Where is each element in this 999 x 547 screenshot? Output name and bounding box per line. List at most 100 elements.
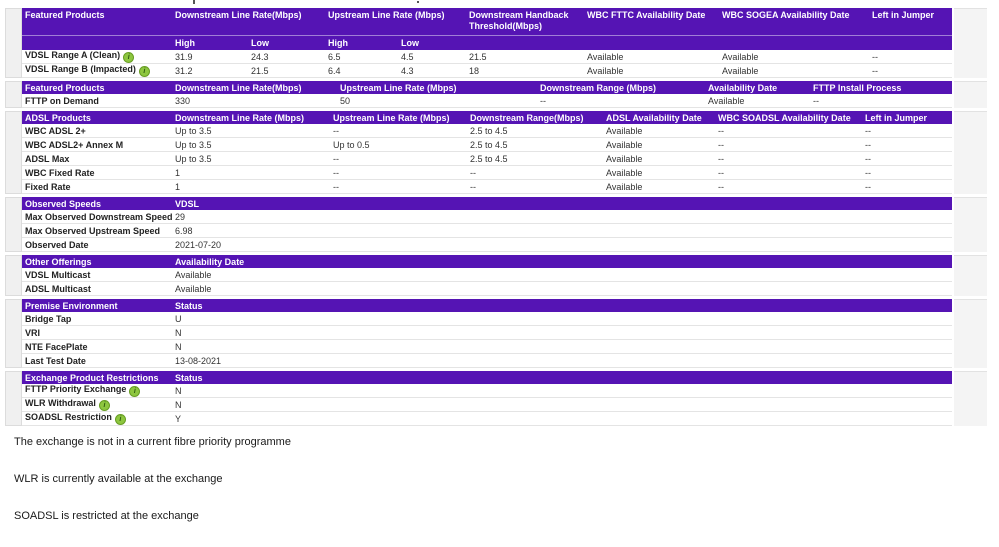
cell: Up to 3.5: [172, 126, 330, 136]
cell-text: Fixed Rate: [25, 182, 71, 192]
left-gutter: [5, 197, 22, 252]
cell: 18: [466, 66, 584, 76]
cell: 2.5 to 4.5: [467, 154, 603, 164]
cell-text: --: [470, 182, 476, 192]
cell-text: 50: [340, 96, 350, 106]
table-row: VDSL Range A (Clean)i31.924.36.54.521.5A…: [22, 50, 952, 64]
cell-text: 4.3: [401, 66, 414, 76]
section-featured-vdsl: Featured ProductsDownstream Line Rate(Mb…: [5, 8, 987, 78]
cell: 6.4: [325, 66, 398, 76]
left-gutter: [5, 299, 22, 368]
section-header: Featured ProductsDownstream Line Rate(Mb…: [22, 81, 952, 94]
note-fibre-priority: The exchange is not in a current fibre p…: [14, 436, 974, 449]
cell: --: [869, 66, 952, 76]
table-row: Fixed Rate1----Available----: [22, 180, 952, 194]
right-strip: [954, 111, 987, 194]
cell-text: --: [872, 52, 878, 62]
cell: --: [330, 168, 467, 178]
section-table-adsl-products: ADSL ProductsDownstream Line Rate (Mbps)…: [22, 111, 952, 194]
cell-text: Bridge Tap: [25, 314, 71, 324]
cell: Up to 0.5: [330, 140, 467, 150]
info-icon[interactable]: i: [129, 386, 140, 397]
cell: Available: [584, 66, 719, 76]
cell-text: --: [813, 96, 819, 106]
header-cell: Downstream Range (Mbps): [537, 81, 705, 94]
header-cell: Downstream Line Rate(Mbps): [172, 8, 325, 21]
table-row: WBC ADSL 2+Up to 3.5--2.5 to 4.5Availabl…: [22, 124, 952, 138]
cell-text: --: [865, 154, 871, 164]
row-label: VDSL Range B (Impacted)i: [22, 64, 172, 77]
cell: N: [172, 342, 952, 352]
header-cell: Observed Speeds: [22, 197, 172, 210]
cell-text: --: [718, 126, 724, 136]
table-row: ADSL MaxUp to 3.5 -- 2.5 to 4.5Available --…: [22, 152, 952, 166]
cell: Available: [719, 66, 869, 76]
section-table-other-offerings: Other OfferingsAvailability DateVDSL Mul…: [22, 255, 952, 296]
cell-text: --: [540, 96, 546, 106]
cell-text: Up to 3.5: [175, 126, 212, 136]
cell: --: [862, 168, 952, 178]
cell-text: 31.2: [175, 66, 193, 76]
cell: Available: [603, 140, 715, 150]
row-label: FTTP on Demand: [22, 96, 172, 106]
cell: Available: [172, 284, 952, 294]
cell: 2.5 to 4.5: [467, 140, 603, 150]
footer-notes: The exchange is not in a current fibre p…: [14, 436, 974, 547]
right-strip: [954, 371, 987, 426]
cell-text: 21.5: [469, 52, 487, 62]
cell-text: 2.5 to 4.5: [470, 126, 508, 136]
row-label: Observed Date: [22, 240, 172, 250]
cell: Available: [705, 96, 810, 106]
cell: N: [172, 328, 952, 338]
cell-text: 6.5: [328, 52, 341, 62]
cell: --: [862, 140, 952, 150]
info-icon[interactable]: i: [139, 66, 150, 77]
section-featured-fttp: Featured ProductsDownstream Line Rate(Mb…: [5, 81, 987, 108]
cell-text: 6.4: [328, 66, 341, 76]
section-table-featured-fttp: Featured ProductsDownstream Line Rate(Mb…: [22, 81, 952, 108]
row-label: NTE FacePlate: [22, 342, 172, 352]
section-table-featured-vdsl: Featured ProductsDownstream Line Rate(Mb…: [22, 8, 952, 78]
cell-text: Up to 3.5: [175, 154, 212, 164]
cell-text: 21.5: [251, 66, 269, 76]
cell-text: Available: [606, 154, 642, 164]
table-row: VDSL Range B (Impacted)i31.2 21.5 6.4 4.3 18…: [22, 64, 952, 78]
row-label: VRI: [22, 328, 172, 338]
subheader-cell: Low: [248, 38, 325, 48]
header-cell: WBC SOGEA Availability Date: [719, 8, 869, 21]
table-row: SOADSL RestrictioniY: [22, 412, 952, 426]
cell: --: [330, 154, 467, 164]
cell-text: 13-08-2021: [175, 356, 221, 366]
section-premise-environment: Premise EnvironmentStatusBridge TapUVRIN…: [5, 299, 987, 368]
cell-text: 24.3: [251, 52, 269, 62]
row-label: Fixed Rate: [22, 182, 172, 192]
info-icon[interactable]: i: [123, 52, 134, 63]
cell-text: 18: [469, 66, 479, 76]
cell-text: --: [718, 182, 724, 192]
cell: 21.5: [466, 52, 584, 62]
header-cell: Left in Jumper: [862, 111, 952, 124]
left-gutter: [5, 255, 22, 296]
cell-text: --: [333, 126, 339, 136]
section-header: Other OfferingsAvailability Date: [22, 255, 952, 268]
header-cell: Status: [172, 299, 952, 312]
info-icon[interactable]: i: [99, 400, 110, 411]
cell: 13-08-2021: [172, 356, 952, 366]
row-label: ADSL Max: [22, 154, 172, 164]
cell: --: [810, 96, 952, 106]
cell-text: SOADSL Restriction: [25, 412, 112, 422]
cell: Available: [603, 182, 715, 192]
section-header: Observed SpeedsVDSL: [22, 197, 952, 210]
cell: Available: [603, 168, 715, 178]
right-strip: [954, 81, 987, 108]
header-cell: Upstream Line Rate (Mbps): [337, 81, 537, 94]
info-icon[interactable]: i: [115, 414, 126, 425]
header-cell: WBC SOADSL Availability Date: [715, 111, 862, 124]
cell-text: --: [333, 154, 339, 164]
cell: 1: [172, 182, 330, 192]
subheader-cell: High: [172, 38, 248, 48]
cell: Up to 3.5: [172, 140, 330, 150]
row-label: FTTP Priority Exchangei: [22, 384, 172, 397]
cell-text: Available: [175, 270, 211, 280]
cell: 4.5: [398, 52, 466, 62]
